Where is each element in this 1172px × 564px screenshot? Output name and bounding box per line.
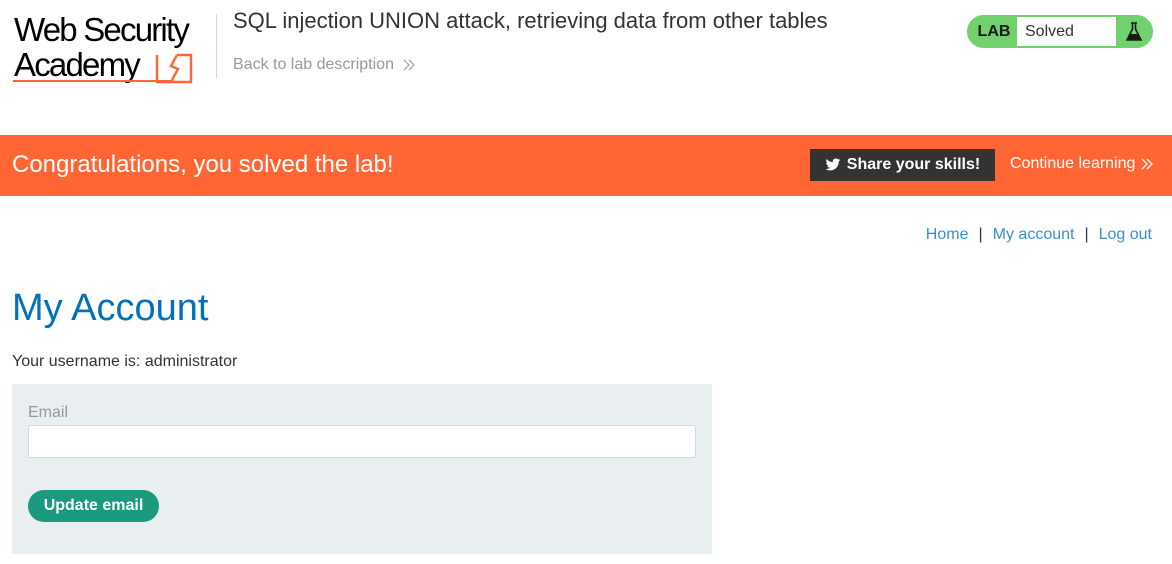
continue-learning-link[interactable]: Continue learning <box>1010 155 1154 173</box>
lab-title: SQL injection UNION attack, retrieving d… <box>233 8 828 33</box>
back-to-lab-description-link[interactable]: Back to lab description <box>233 56 416 74</box>
lab-status-label: LAB <box>977 22 1011 40</box>
nav-separator: | <box>1084 226 1089 243</box>
nav-log-out-link[interactable]: Log out <box>1099 226 1152 244</box>
page-title: My Account <box>12 287 209 329</box>
nav-home-link[interactable]: Home <box>926 226 969 244</box>
logo-text-line2: Academy <box>14 46 141 83</box>
nav-my-account-link[interactable]: My account <box>993 226 1075 244</box>
flask-icon <box>1116 17 1151 46</box>
congratulations-message: Congratulations, you solved the lab! <box>12 151 394 178</box>
twitter-icon <box>825 158 841 172</box>
email-input[interactable] <box>28 425 696 458</box>
username-text: Your username is: administrator <box>12 353 238 370</box>
update-email-button[interactable]: Update email <box>28 490 159 522</box>
top-nav: Home | My account | Log out <box>926 226 1152 244</box>
continue-learning-label: Continue learning <box>1010 155 1136 172</box>
lab-status-badge: LAB Solved <box>967 15 1153 48</box>
double-chevron-right-icon <box>1141 158 1154 170</box>
back-link-label: Back to lab description <box>233 56 394 73</box>
header: Web Security Academy SQL injection UNION… <box>0 0 1172 135</box>
lab-status-value: Solved <box>1017 17 1116 46</box>
solved-banner: Congratulations, you solved the lab! Sha… <box>0 135 1172 196</box>
change-email-form: Email Update email <box>12 384 712 554</box>
logo-text-line1: Web Security <box>14 11 190 48</box>
double-chevron-right-icon <box>403 59 415 71</box>
header-divider <box>216 14 217 78</box>
web-security-academy-logo[interactable]: Web Security Academy <box>12 10 217 90</box>
share-skills-label: Share your skills! <box>846 156 981 173</box>
share-skills-button[interactable]: Share your skills! <box>810 149 995 181</box>
nav-separator: | <box>978 226 983 243</box>
logo-underline <box>13 80 173 82</box>
email-label: Email <box>28 404 69 421</box>
